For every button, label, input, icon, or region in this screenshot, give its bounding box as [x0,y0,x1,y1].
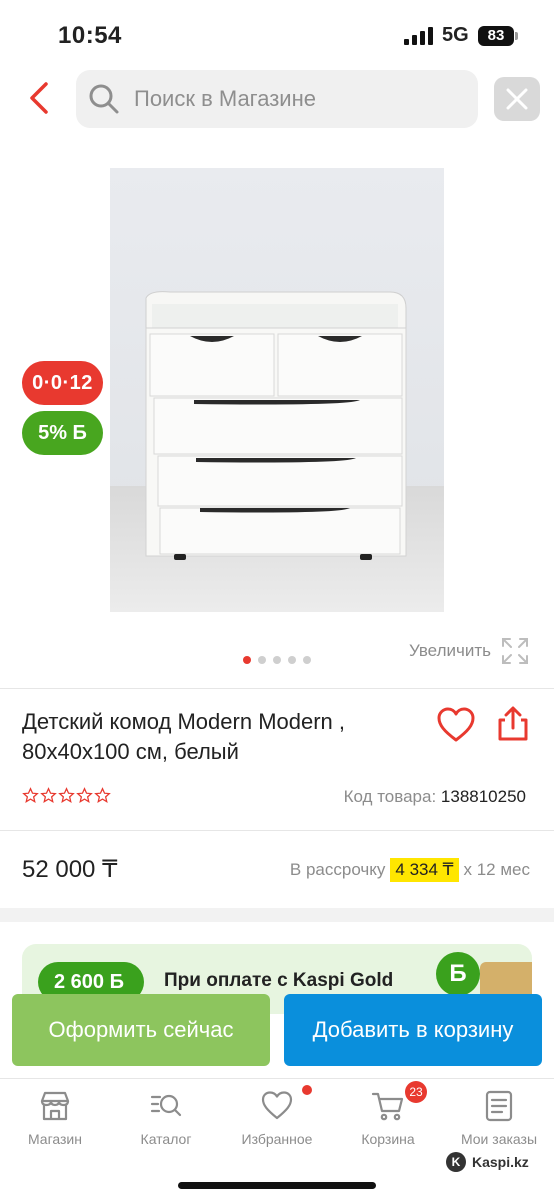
gallery-pagination [243,656,311,664]
zoom-label: Увеличить [409,641,491,660]
product-title: Детский комод Modern Modern , 80х40х100 … [22,709,346,764]
divider [0,688,554,689]
share-icon[interactable] [496,706,530,742]
watermark-text: Kaspi.kz [472,1154,529,1170]
gallery-dot[interactable] [303,656,311,664]
tab-shop[interactable]: Магазин [0,1089,110,1151]
gallery-dot[interactable] [288,656,296,664]
close-button[interactable] [494,77,540,121]
installment-info[interactable]: В рассрочку 4 334 ₸ х 12 мес [290,858,530,882]
product-code-value: 138810250 [440,787,526,806]
product-code: Код товара: 138810250 [344,787,526,807]
star-outline-icon [58,787,75,803]
tab-label: Корзина [361,1131,415,1147]
star-outline-icon [94,787,111,803]
search-icon [89,84,119,114]
home-indicator[interactable] [178,1182,376,1189]
tab-label: Мои заказы [460,1131,538,1147]
product-price: 52 000 ₸ [22,856,118,883]
section-divider [0,908,554,922]
status-time: 10:54 [58,22,122,49]
buy-now-button[interactable]: Оформить сейчас [12,994,270,1066]
tab-catalog[interactable]: Каталог [111,1089,221,1151]
installment-amount: 4 334 ₸ [390,858,459,882]
search-bar[interactable] [76,70,478,128]
orders-icon [485,1090,513,1122]
heart-icon [261,1091,293,1120]
gallery-dot[interactable] [273,656,281,664]
kaspi-logo-icon: K [446,1152,466,1172]
kaspi-watermark: K Kaspi.kz [446,1152,529,1172]
gallery-dot-active[interactable] [243,656,251,664]
product-code-label: Код товара: [343,787,437,806]
favorites-notification-dot [302,1085,312,1095]
bonus-badge: 5% Б [22,411,103,455]
tab-orders[interactable]: Мои заказы [444,1089,554,1151]
search-input[interactable] [134,78,464,120]
cellular-signal-icon [404,27,433,45]
favorite-heart-icon[interactable] [436,706,476,744]
divider [0,830,554,831]
back-arrow-icon[interactable] [22,80,58,116]
zoom-button[interactable]: Увеличить [409,636,529,666]
installment-suffix: х 12 мес [463,860,531,879]
bonus-coin-icon: Б [436,952,480,996]
installment-prefix: В рассрочку [289,860,386,879]
rating-stars[interactable] [22,787,111,804]
add-to-cart-button[interactable]: Добавить в корзину [284,994,542,1066]
catalog-search-icon [150,1094,182,1117]
star-outline-icon [40,787,57,803]
star-outline-icon [76,787,93,803]
battery-cap [515,32,518,40]
close-icon [506,88,528,110]
product-page: 10:54 5G 83 Поиск в Магазине 0·0·12 5% Б… [0,0,554,1200]
installment-badge: 0·0·12 [22,361,103,405]
tab-label: Каталог [140,1131,192,1147]
tab-cart[interactable]: 23 Корзина [333,1081,443,1151]
product-image[interactable] [110,168,444,612]
network-type: 5G [442,24,469,46]
tab-favorites[interactable]: Избранное [222,1085,332,1151]
gallery-dot[interactable] [258,656,266,664]
star-outline-icon [22,787,39,803]
battery-icon: 83 [478,26,514,46]
tab-label: Магазин [27,1131,82,1147]
status-bar: 10:54 5G 83 [0,0,554,66]
promo-text: При оплате с Kaspi Gold [164,970,394,991]
tab-label: Избранное [241,1131,313,1147]
cart-count-badge: 23 [405,1081,427,1103]
expand-icon [502,638,528,664]
cart-icon [371,1092,404,1121]
shop-icon [40,1091,70,1121]
